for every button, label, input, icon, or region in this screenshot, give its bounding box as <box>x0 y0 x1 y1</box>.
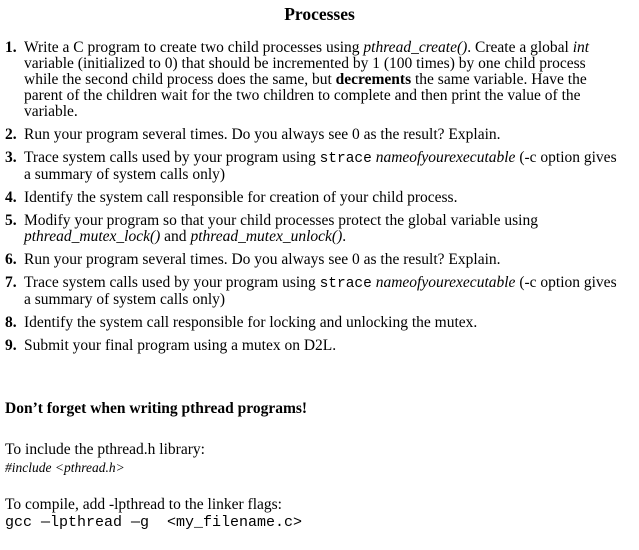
function-name: pthread_mutex_unlock() <box>190 228 343 245</box>
task-number: 4. <box>5 189 17 206</box>
task-item-8: 8. Identify the system call responsible … <box>0 315 620 331</box>
task-item-7: 7. Trace system calls used by your progr… <box>0 275 620 308</box>
command-name: strace <box>319 276 372 292</box>
task-item-5: 5. Modify your program so that your chil… <box>0 213 620 245</box>
compile-label: To compile, add -lpthread to the linker … <box>5 496 282 513</box>
task-item-4: 4. Identify the system call responsible … <box>0 190 620 206</box>
task-text: and <box>160 228 191 245</box>
task-text: . <box>342 228 347 245</box>
task-text: Trace system calls used by your program … <box>24 149 320 166</box>
task-item-2: 2. Run your program several times. Do yo… <box>0 127 620 143</box>
task-item-9: 9. Submit your final program using a mut… <box>0 338 620 354</box>
task-text: Trace system calls used by your program … <box>24 274 320 291</box>
task-text: Run your program several times. Do you a… <box>24 251 501 268</box>
task-text: Identify the system call responsible for… <box>24 314 478 331</box>
task-item-6: 6. Run your program several times. Do yo… <box>0 252 620 268</box>
task-number: 2. <box>5 126 17 143</box>
task-number: 7. <box>5 274 17 291</box>
function-name: pthread_mutex_lock() <box>24 228 161 245</box>
task-text: Write a C program to create two child pr… <box>24 39 364 56</box>
function-name: pthread_create() <box>363 39 468 56</box>
task-number: 8. <box>5 314 17 331</box>
include-code: #include <pthread.h> <box>5 460 125 475</box>
task-text: Submit your final program using a mutex … <box>24 337 337 354</box>
task-number: 5. <box>5 212 17 229</box>
notes-heading: Don’t forget when writing pthread progra… <box>5 400 308 417</box>
include-label: To include the pthread.h library: <box>5 441 205 458</box>
task-text: Identify the system call responsible for… <box>24 189 458 206</box>
command-argument: nameofyourexecutable <box>375 274 516 291</box>
compile-command: gcc —lpthread —g <my_filename.c> <box>5 514 303 531</box>
task-number: 6. <box>5 251 17 268</box>
task-list: 1. Write a C program to create two child… <box>0 40 620 361</box>
command-name: strace <box>319 151 372 167</box>
emphasis: decrements <box>335 71 412 88</box>
task-number: 3. <box>5 149 17 166</box>
task-number: 9. <box>5 337 17 354</box>
task-text: Run your program several times. Do you a… <box>24 126 501 143</box>
command-argument: nameofyourexecutable <box>375 149 516 166</box>
task-item-1: 1. Write a C program to create two child… <box>0 40 620 120</box>
type-name: int <box>572 39 590 56</box>
task-text: Modify your program so that your child p… <box>24 212 538 229</box>
task-number: 1. <box>5 39 17 56</box>
page-title: Processes <box>284 4 355 24</box>
task-item-3: 3. Trace system calls used by your progr… <box>0 150 620 183</box>
task-text: . Create a global <box>467 39 573 56</box>
